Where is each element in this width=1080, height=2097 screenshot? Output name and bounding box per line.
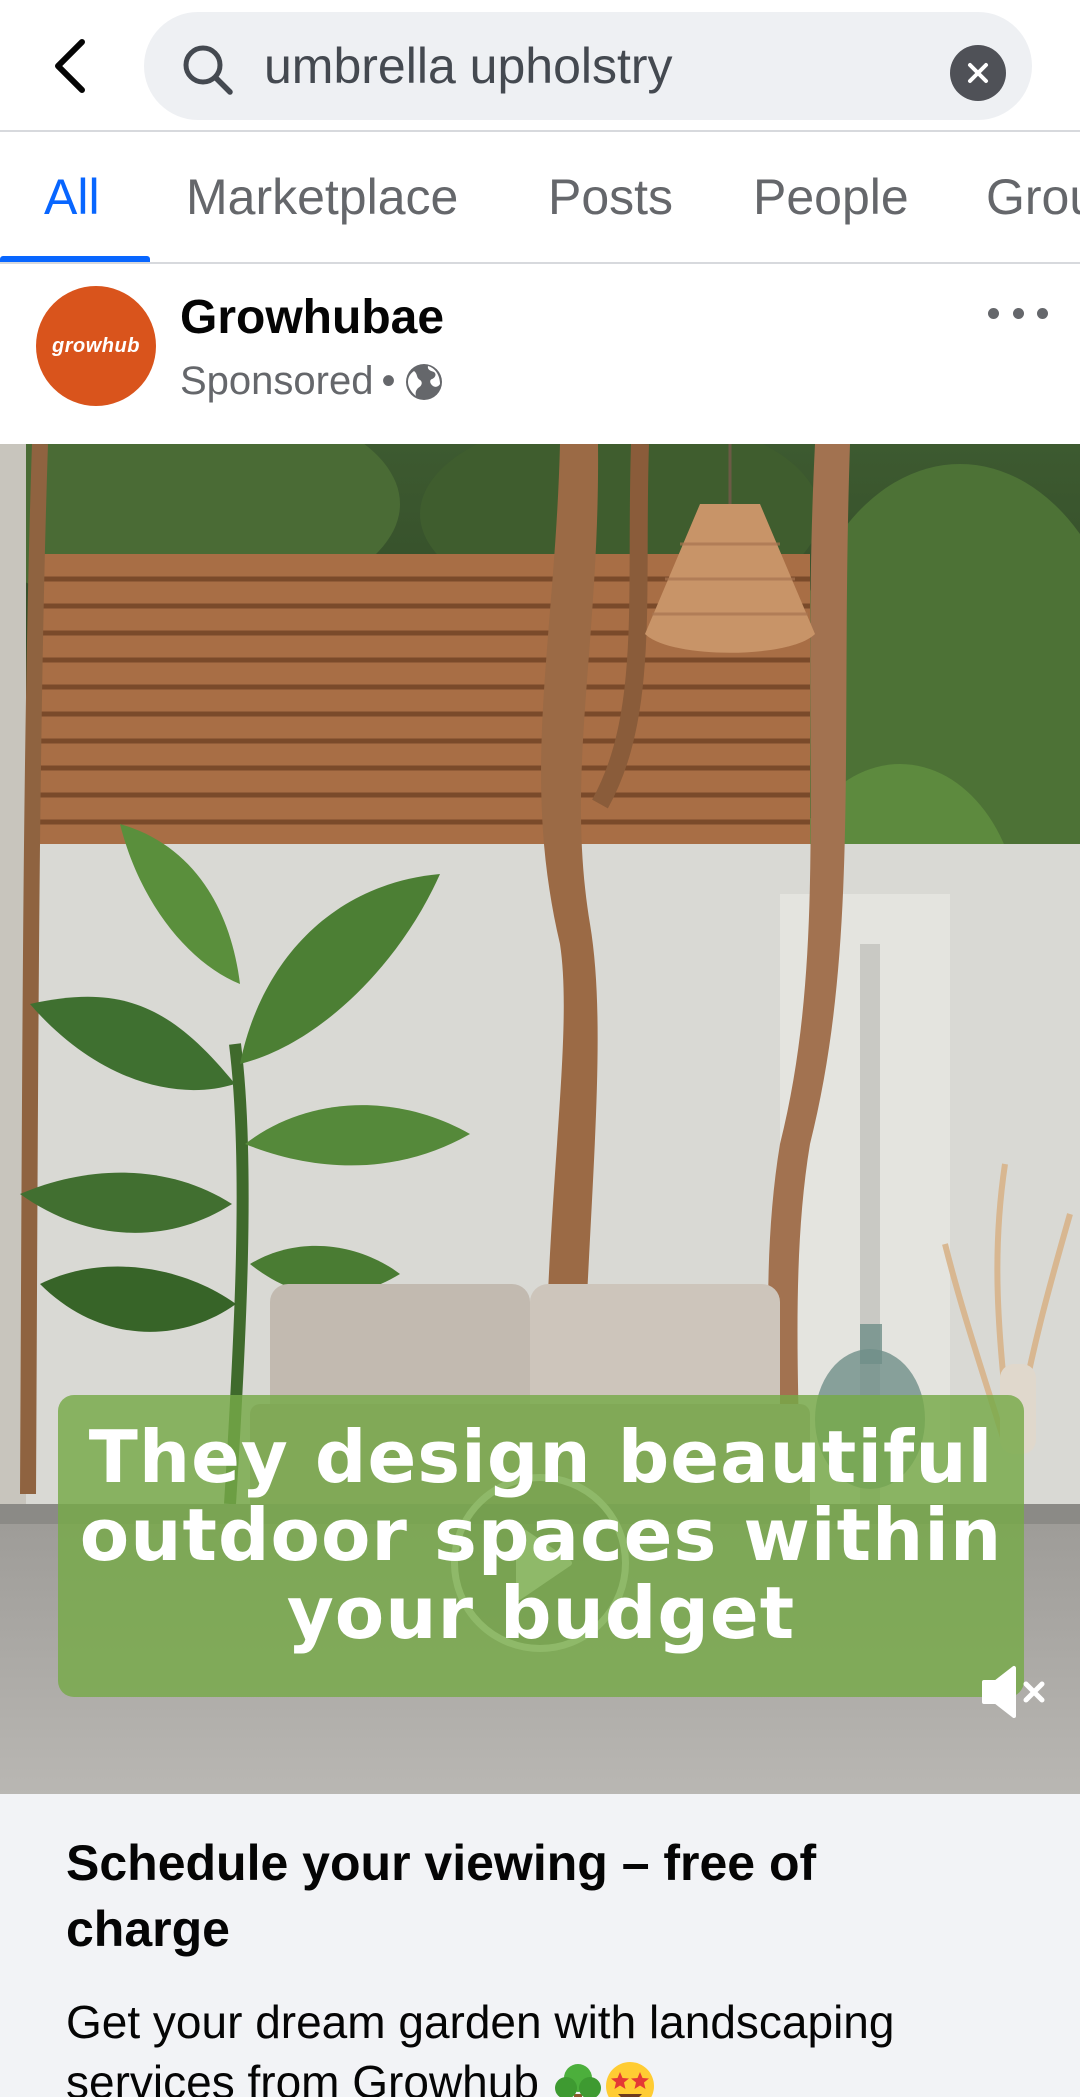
speaker-muted-icon [982,1666,1045,1718]
back-button[interactable] [40,28,100,104]
search-icon [183,45,233,95]
globe-icon [405,363,442,400]
search-input[interactable]: umbrella upholstry [264,12,673,120]
tab-groups[interactable]: Grou [986,132,1080,262]
caption-line: outdoor spaces within [79,1493,1003,1577]
tab-all[interactable]: All [44,132,100,262]
post-header: growhub Growhubae Sponsored • [0,266,1080,444]
more-dot-icon [988,307,999,319]
search-filter-tabs: All Marketplace Posts People Grou [0,132,1080,262]
ad-headline: Schedule your viewing – free of charge [66,1835,817,1957]
tab-marketplace[interactable]: Marketplace [186,132,458,262]
caption-line: They design beautiful [88,1415,994,1499]
caption-line: your budget [286,1571,796,1655]
avatar-logo-text: growhub [52,334,140,357]
more-dot-icon [1012,307,1024,319]
avatar[interactable]: growhub [36,286,156,406]
ad-call-to-action[interactable]: Schedule your viewing – free of charge G… [0,1794,1080,2097]
search-field[interactable]: umbrella upholstry [144,12,1032,120]
ad-description: Get your dream garden with landscaping s… [66,1992,1046,2097]
ad-description-text: Get your dream garden with landscaping s… [66,1996,895,2097]
page-name[interactable]: Growhubae [180,290,444,345]
tabs-divider [0,262,1080,264]
more-dot-icon [1037,307,1048,319]
star-struck-emoji-icon [605,2061,654,2097]
post-meta: Sponsored • [180,359,444,404]
chevron-left-icon [55,39,85,93]
sponsored-label: Sponsored [180,359,374,403]
tab-posts[interactable]: Posts [548,132,673,262]
search-header: umbrella upholstry [0,0,1080,130]
more-options-button[interactable] [988,298,1048,328]
tree-emoji-icon [554,2063,601,2097]
ad-video[interactable]: They design beautiful outdoor spaces wit… [0,444,1080,1794]
mute-toggle-button[interactable] [980,1664,1048,1720]
video-caption-text: They design beautiful outdoor spaces wit… [58,1418,1024,1652]
tab-people[interactable]: People [753,132,909,262]
meta-separator: • [381,359,396,403]
clear-search-button[interactable] [950,45,1006,101]
close-icon [968,63,988,83]
